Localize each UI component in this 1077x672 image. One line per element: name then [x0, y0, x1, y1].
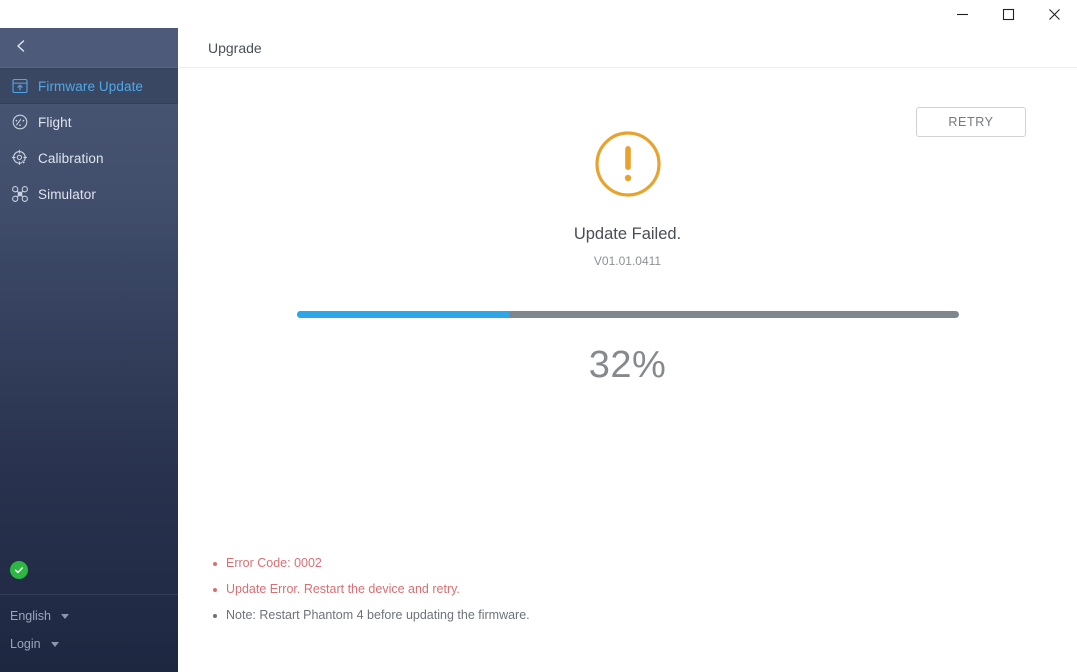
drone-icon — [6, 183, 34, 205]
minimize-button[interactable] — [939, 0, 985, 28]
window-title-bar — [0, 0, 1077, 28]
sidebar-item-simulator[interactable]: Simulator — [0, 176, 178, 212]
message-text: Update Error. Restart the device and ret… — [226, 582, 460, 596]
minimize-icon — [956, 8, 969, 21]
sidebar-divider — [0, 594, 178, 595]
close-icon — [1048, 8, 1061, 21]
sidebar: Firmware Update Flight Calibration Simul… — [0, 28, 178, 672]
chevron-left-icon — [13, 38, 29, 59]
progress-percent-label: 32% — [588, 344, 667, 386]
chevron-down-icon — [50, 641, 59, 647]
status-title: Update Failed. — [573, 225, 682, 243]
connected-check-icon — [10, 561, 28, 579]
sidebar-item-firmware-update[interactable]: Firmware Update — [0, 68, 178, 104]
language-selector[interactable]: English — [10, 602, 178, 630]
language-label: English — [10, 609, 51, 623]
login-label: Login — [10, 637, 41, 651]
sidebar-footer: English Login — [0, 602, 178, 672]
list-item: Error Code: 0002 — [213, 556, 973, 570]
list-item: Note: Restart Phantom 4 before updating … — [213, 608, 973, 622]
sidebar-item-label: Calibration — [38, 150, 104, 166]
bullet-icon — [213, 562, 217, 566]
sidebar-item-label: Firmware Update — [38, 78, 144, 94]
sidebar-item-label: Flight — [38, 114, 72, 130]
bullet-icon — [213, 614, 217, 618]
close-button[interactable] — [1031, 0, 1077, 28]
flight-gauge-icon — [6, 111, 34, 133]
sidebar-header — [0, 28, 178, 68]
calibration-target-icon — [6, 147, 34, 169]
warning-exclamation-icon — [592, 128, 664, 200]
connection-status — [0, 550, 178, 590]
firmware-version: V01.01.0411 — [593, 254, 662, 268]
firmware-update-icon — [6, 75, 34, 97]
list-item: Update Error. Restart the device and ret… — [213, 582, 973, 596]
page-header: Upgrade — [178, 28, 1077, 68]
sidebar-item-calibration[interactable]: Calibration — [0, 140, 178, 176]
maximize-button[interactable] — [985, 0, 1031, 28]
window-controls — [939, 0, 1077, 28]
maximize-icon — [1002, 8, 1015, 21]
application-window: Firmware Update Flight Calibration Simul… — [0, 0, 1077, 672]
progress-bar — [297, 311, 959, 318]
page-title: Upgrade — [208, 39, 262, 56]
main-panel: Upgrade RETRY Update Failed. V01.01.0411… — [178, 28, 1077, 672]
progress-fill — [297, 311, 509, 318]
sidebar-item-flight[interactable]: Flight — [0, 104, 178, 140]
message-text: Note: Restart Phantom 4 before updating … — [226, 608, 530, 622]
login-selector[interactable]: Login — [10, 630, 178, 658]
chevron-down-icon — [61, 613, 69, 619]
message-list: Error Code: 0002 Update Error. Restart t… — [213, 556, 973, 634]
sidebar-item-label: Simulator — [38, 186, 96, 202]
back-button[interactable] — [8, 35, 34, 61]
update-status-block: Update Failed. V01.01.0411 — [178, 128, 1077, 268]
message-text: Error Code: 0002 — [226, 556, 322, 570]
bullet-icon — [213, 588, 217, 592]
sidebar-nav: Firmware Update Flight Calibration Simul… — [0, 68, 178, 212]
